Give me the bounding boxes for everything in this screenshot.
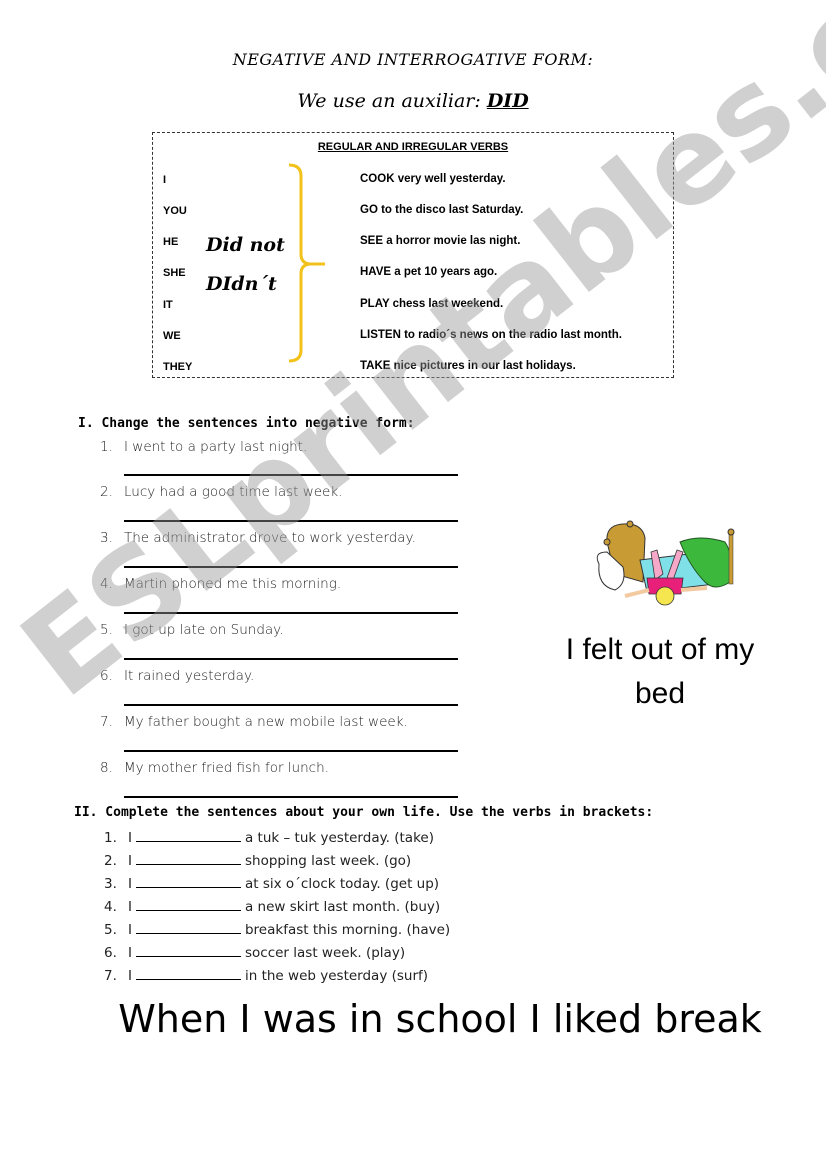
pronoun: THEY [163, 361, 193, 373]
verb-box-title: REGULAR AND IRREGULAR VERBS [317, 141, 509, 153]
subtitle-prefix: We use an auxiliar: [297, 90, 487, 112]
exercise1-item: 2. Lucy had a good time last week. [100, 484, 343, 500]
answer-blank[interactable] [135, 852, 241, 865]
answer-blank[interactable] [135, 967, 241, 980]
verb-sentence: SEE a horror movie las night. [360, 235, 521, 247]
answer-line[interactable] [124, 566, 458, 568]
answer-line[interactable] [124, 704, 458, 706]
subtitle-emphasis: DID [486, 90, 529, 112]
answer-line[interactable] [124, 796, 458, 798]
exercise2-item: 6. Isoccer last week. (play) [104, 944, 406, 961]
pronoun: IT [163, 299, 173, 311]
pronoun: I [163, 174, 167, 186]
negative-contraction: DIdn´t [206, 273, 277, 295]
closing-sentence: When I was in school I liked break [118, 997, 762, 1041]
answer-blank[interactable] [135, 944, 241, 957]
pronoun: SHE [163, 267, 186, 279]
exercise1-item: 5. I got up late on Sunday. [100, 622, 284, 638]
verb-sentence: HAVE a pet 10 years ago. [360, 266, 498, 278]
answer-blank[interactable] [135, 829, 241, 842]
answer-line[interactable] [124, 658, 458, 660]
negative-full-form: Did not [206, 234, 285, 256]
answer-blank[interactable] [135, 898, 241, 911]
answer-line[interactable] [124, 612, 458, 614]
verb-sentence: GO to the disco last Saturday. [360, 204, 524, 216]
exercise2-item: 3. Iat six o´clock today. (get up) [104, 875, 440, 892]
exercise2-item: 5. Ibreakfast this morning. (have) [104, 921, 451, 938]
exercise1-item: 4. Martin phoned me this morning. [100, 576, 342, 592]
answer-line[interactable] [124, 750, 458, 752]
pronoun: WE [163, 330, 181, 342]
exercise1-item: 7. My father bought a new mobile last wee… [100, 714, 408, 730]
exercise1-item: 6. It rained yesterday. [100, 668, 255, 684]
exercise1-item: 1. I went to a party last night. [100, 439, 308, 455]
answer-line[interactable] [124, 520, 458, 522]
exercise2-heading: II. Complete the sentences about your ow… [74, 805, 654, 820]
exercise1-item: 3. The administrator drove to work yester… [100, 530, 416, 546]
illustration-caption: I felt out of my bed [565, 633, 755, 710]
girl-falling-out-of-bed-illustration [596, 520, 735, 606]
exercise1-item: 8. My mother fried fish for lunch. [100, 760, 329, 776]
verb-sentence: TAKE nice pictures in our last holidays. [360, 360, 576, 372]
answer-blank[interactable] [135, 875, 241, 888]
pronoun: YOU [163, 205, 187, 217]
verb-sentence: LISTEN to radio´s news on the radio last… [360, 329, 622, 341]
exercise2-item: 4. Ia new skirt last month. (buy) [104, 898, 441, 915]
answer-line[interactable] [124, 474, 458, 476]
exercise2-item: 7. Iin the web yesterday (surf) [104, 967, 429, 984]
worksheet-subtitle: We use an auxiliar: DID [0, 90, 826, 112]
answer-blank[interactable] [135, 921, 241, 934]
worksheet-title: NEGATIVE AND INTERROGATIVE FORM: [232, 50, 594, 69]
verb-sentence: COOK very well yesterday. [360, 173, 506, 185]
exercise2-item: 1. Ia tuk – tuk yesterday. (take) [104, 829, 434, 846]
exercise2-item: 2. Ishopping last week. (go) [104, 852, 412, 869]
exercise1-heading: I. Change the sentences into negative fo… [78, 416, 415, 431]
pronoun: HE [163, 236, 179, 248]
curly-brace-icon [288, 163, 325, 363]
verb-sentence: PLAY chess last weekend. [360, 298, 504, 310]
